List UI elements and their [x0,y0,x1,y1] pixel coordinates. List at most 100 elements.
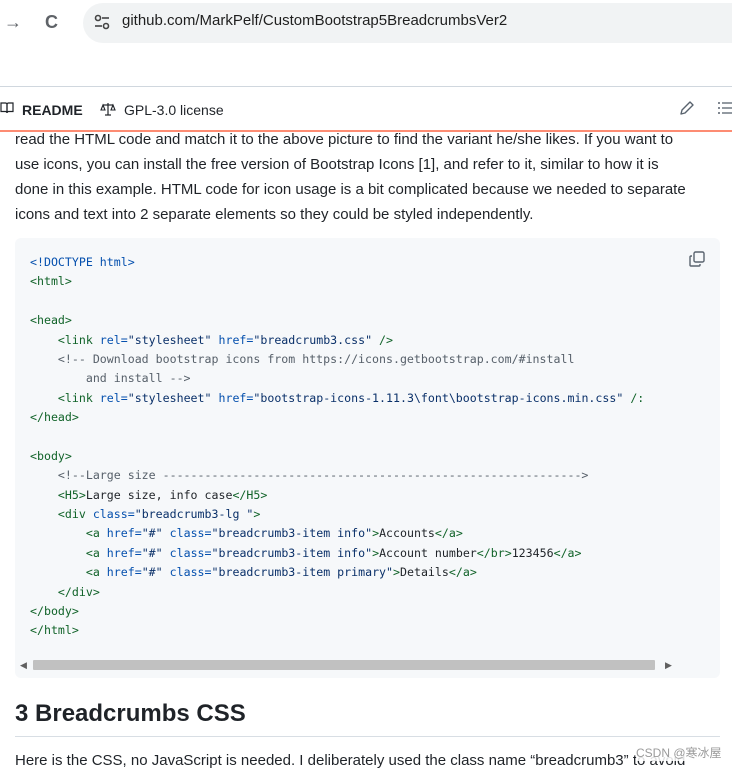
browser-toolbar: → C github.com/MarkPelf/CustomBootstrap5… [0,0,732,46]
readme-paragraph: read the HTML code and match it to the a… [15,127,727,227]
code-line: <H5>Large size, info case</H5> [30,486,644,505]
code-token: </a> [448,565,477,580]
code-token: Accounts [379,526,435,541]
tab-readme[interactable]: README [22,102,83,118]
code-token: <!DOCTYPE html> [30,255,135,269]
code-token: </div> [30,584,100,599]
code-token: <div [57,507,86,522]
code-token: </html> [30,623,79,638]
code-token: "stylesheet" [127,390,212,405]
code-token: "bootstrap-icons-1.11.3\font\bootstrap-i… [253,390,624,405]
code-token: "breadcrumb3-item primary" [211,565,394,580]
code-token: "#" [141,545,163,560]
scroll-left-arrow-icon[interactable]: ◀ [20,660,27,671]
code-token: and install --> [30,371,191,386]
list-icon[interactable] [717,100,732,116]
reload-icon[interactable]: C [45,12,58,32]
code-token: "breadcrumb3-item info" [211,545,373,560]
code-token: <html> [30,274,72,289]
section-heading: 3 Breadcrumbs CSS [15,700,720,737]
code-token: <a [85,526,100,541]
code-line: <div class="breadcrumb3-lg "> [30,505,644,524]
code-line: </body> [30,602,644,621]
code-line: <html> [30,272,644,291]
code-token: href= [99,565,142,580]
code-token: "#" [141,526,163,541]
code-line: <a href="#" class="breadcrumb3-item info… [30,544,644,563]
code-token: rel= [92,332,128,347]
paragraph-line: use icons, you can install the free vers… [15,156,659,173]
code-token: </head> [30,410,79,425]
code-token: href= [99,526,142,541]
code-token: href= [211,390,254,405]
code-token: href= [99,545,142,560]
code-token: Details [400,565,449,580]
paragraph-line: icons and text into 2 separate elements … [15,206,534,223]
code-token: rel= [92,390,128,405]
code-line: <body> [30,447,644,466]
scrollbar-thumb[interactable] [33,660,655,670]
paragraph-line: done in this example. HTML code for icon… [15,181,686,198]
code-token: href= [211,332,254,347]
code-token: Account number [379,545,477,560]
scroll-right-arrow-icon[interactable]: ▶ [665,660,672,671]
code-token: > [372,526,380,541]
code-token: /> [372,332,394,347]
code-content: <!DOCTYPE html> <html> <head> <link rel="s… [30,253,644,641]
arrow-back-icon[interactable]: → [4,12,22,32]
code-token: <H5> [57,487,86,502]
code-token: class= [85,507,135,522]
code-token: <a [85,545,100,560]
readme-header: README GPL-3.0 license [0,86,732,132]
code-token: <!--Large size -------------------------… [30,468,589,483]
code-token: class= [162,545,212,560]
copy-icon[interactable] [688,250,706,268]
pencil-icon[interactable] [679,100,695,116]
code-block: <!DOCTYPE html> <html> <head> <link rel="s… [15,238,720,678]
code-token: </a> [553,545,582,560]
code-line: <head> [30,311,644,330]
code-token: > [393,565,400,580]
code-line: <a href="#" class="breadcrumb3-item info… [30,524,644,543]
code-token: </H5> [232,487,268,502]
code-line: <!--Large size -------------------------… [30,466,644,485]
code-line: <link rel="stylesheet" href="bootstrap-i… [30,389,644,408]
tab-license[interactable]: GPL-3.0 license [124,102,224,118]
code-token: <body> [30,448,72,463]
code-token: "#" [141,565,163,580]
book-icon [0,102,14,114]
code-line: </div> [30,583,644,602]
code-token: <!-- Download bootstrap icons from https… [30,351,575,366]
code-token: Large size, info case [85,487,233,502]
code-line: </html> [30,621,644,640]
url-text[interactable]: github.com/MarkPelf/CustomBootstrap5Brea… [122,12,507,29]
code-token: <link [57,390,93,405]
code-token: <a [85,565,100,580]
tune-icon[interactable] [93,13,111,31]
code-token: 123456 [511,545,554,560]
code-token: </br> [476,545,512,560]
horizontal-scrollbar[interactable]: ◀ ▶ [15,658,720,672]
code-token: > [372,545,380,560]
code-token: </body> [30,604,79,619]
code-line: and install --> [30,369,644,388]
code-token: /: [623,390,645,405]
code-token: > [253,507,261,522]
section-intro-text: Here is the CSS, no JavaScript is needed… [15,752,686,769]
code-line: </head> [30,408,644,427]
code-line: <!DOCTYPE html> [30,253,644,272]
code-token: <link [57,332,93,347]
code-line: <!-- Download bootstrap icons from https… [30,350,644,369]
code-token: "breadcrumb3-lg " [134,507,254,522]
code-line: <link rel="stylesheet" href="breadcrumb3… [30,331,644,350]
paragraph-line: read the HTML code and match it to the a… [15,131,674,148]
